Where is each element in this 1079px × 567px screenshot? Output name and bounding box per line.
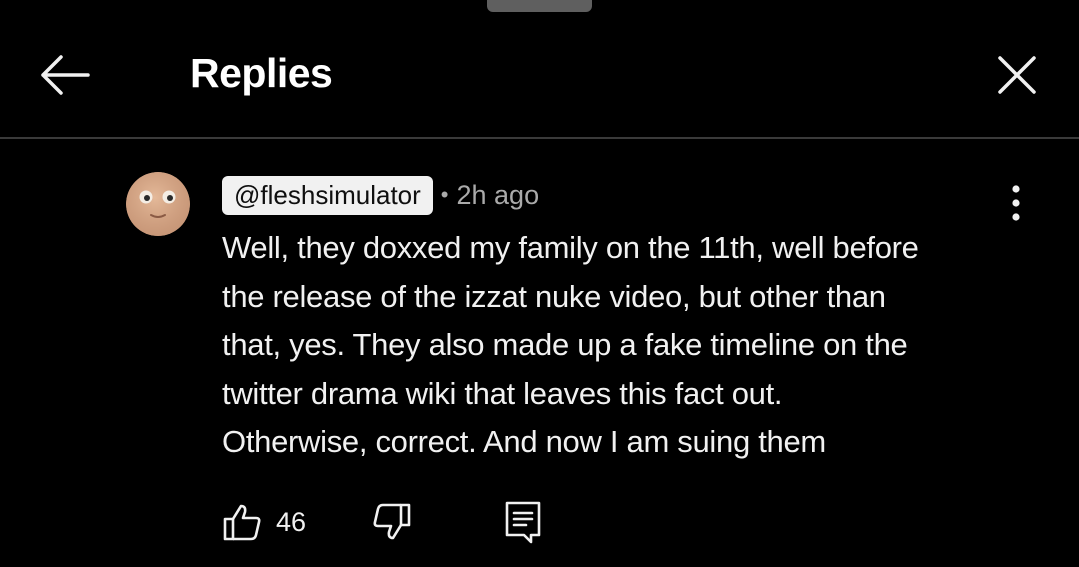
arrow-left-icon (41, 55, 90, 95)
thumbs-up-icon (223, 504, 261, 541)
like-button[interactable]: 46 (222, 498, 306, 546)
comment-line: Otherwise, correct. And now I am suing t… (222, 424, 826, 459)
comment-line: the release of the izzat nuke video, but… (222, 278, 886, 314)
comment-line: that, yes. They also made up a fake time… (222, 327, 908, 362)
close-button[interactable] (992, 50, 1042, 100)
comment-line: twitter drama wiki that leaves this fact… (222, 375, 783, 411)
reply-comment-icon (505, 501, 541, 544)
close-icon (998, 56, 1036, 94)
author-handle[interactable]: @fleshsimulator (222, 175, 433, 215)
like-count: 46 (276, 506, 307, 537)
meta-separator: • (440, 182, 449, 207)
comment-timestamp: 2h ago (456, 179, 540, 210)
comment-meta: @fleshsimulator • 2h ago (222, 175, 539, 215)
more-options-button[interactable] (1000, 180, 1032, 226)
dislike-button[interactable] (368, 498, 412, 546)
reply-button[interactable] (502, 498, 546, 546)
thumbs-down-icon (373, 503, 411, 540)
more-vertical-icon (1012, 185, 1020, 221)
comment-line: Well, they doxxed my family on the 11th,… (222, 230, 919, 265)
avatar[interactable] (126, 172, 190, 236)
replies-header: Replies (0, 0, 1079, 138)
back-button[interactable] (36, 50, 92, 100)
comment-text: Well, they doxxed my family on the 11th,… (222, 224, 1012, 467)
header-divider (0, 137, 1079, 139)
page-title: Replies (190, 50, 333, 96)
